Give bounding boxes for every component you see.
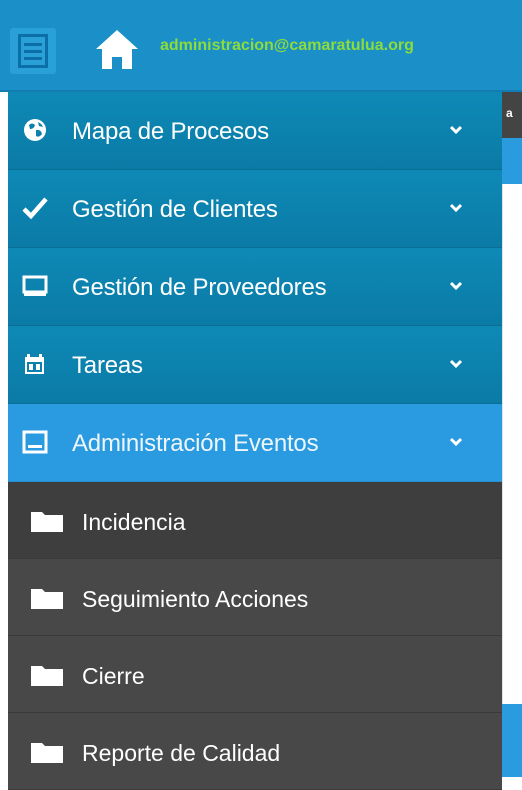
check-icon (22, 197, 48, 220)
chevron-down-icon (449, 203, 463, 213)
submenu-item-label: Incidencia (82, 509, 186, 535)
chevron-down-icon (449, 125, 463, 135)
chevron-down-icon (449, 281, 463, 291)
sidebar-item-label: Tareas (72, 352, 143, 379)
submenu-item-incidencia[interactable]: Incidencia (8, 482, 502, 559)
submenu-item-label: Cierre (82, 663, 145, 689)
page-content-area (502, 92, 522, 777)
sidebar-item-label: Mapa de Procesos (72, 118, 269, 145)
sidebar-item-label: Gestión de Proveedores (72, 274, 327, 301)
content-divider (502, 184, 503, 704)
sidebar-item-label: Gestión de Clientes (72, 196, 278, 223)
menu-toggle-button[interactable] (10, 28, 56, 74)
chevron-down-icon (449, 437, 463, 447)
folder-icon (31, 743, 63, 763)
home-icon[interactable] (95, 27, 139, 71)
folder-icon (31, 512, 63, 532)
sidebar-item-label: Administración Eventos (72, 430, 319, 457)
folder-icon (31, 666, 63, 686)
submenu-item-cierre[interactable]: Cierre (8, 636, 502, 713)
top-bar: administracion@camaratulua.org (0, 0, 522, 92)
sidebar-item-gestion-clientes[interactable]: Gestión de Clientes (8, 170, 502, 248)
content-footer-strip (502, 704, 522, 777)
monitor-icon (22, 275, 48, 296)
sidebar-item-mapa-procesos[interactable]: Mapa de Procesos (8, 92, 502, 170)
menu-icon (18, 34, 48, 68)
submenu-item-seguimiento-acciones[interactable]: Seguimiento Acciones (8, 559, 502, 636)
sidebar-item-tareas[interactable]: Tareas (8, 326, 502, 404)
content-header-text: a (506, 106, 513, 120)
folder-icon (31, 589, 63, 609)
window-icon (22, 430, 48, 454)
sidebar-item-gestion-proveedores[interactable]: Gestión de Proveedores (8, 248, 502, 326)
calendar-icon (25, 354, 44, 374)
submenu-item-label: Reporte de Calidad (82, 740, 281, 766)
sidebar-item-administracion-eventos[interactable]: Administración Eventos (8, 404, 502, 482)
globe-icon (24, 119, 46, 141)
user-email[interactable]: administracion@camaratulua.org (160, 37, 414, 55)
submenu-item-label: Seguimiento Acciones (82, 586, 309, 612)
chevron-down-icon (449, 359, 463, 369)
content-blue-strip (502, 138, 522, 184)
content-header-strip: a (502, 92, 522, 138)
submenu-item-reporte-calidad[interactable]: Reporte de Calidad (8, 713, 502, 790)
sidebar-menu: Mapa de Procesos Gestión de Clientes Ges… (8, 92, 502, 790)
